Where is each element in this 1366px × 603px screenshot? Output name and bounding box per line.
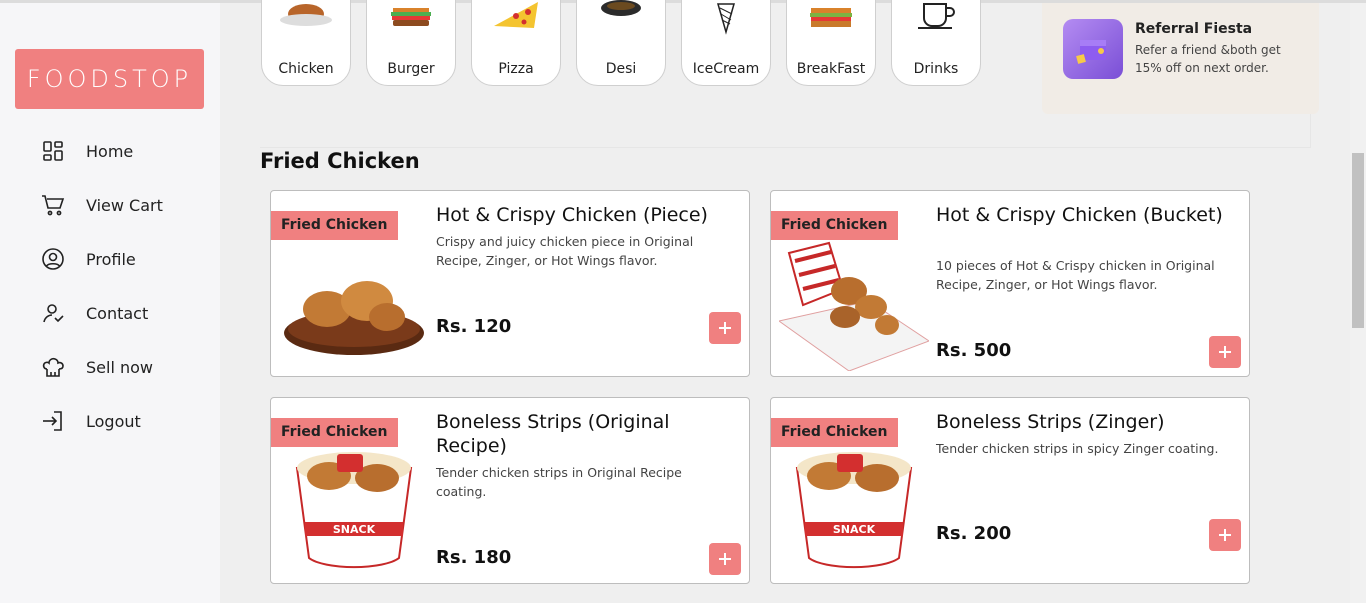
logout-icon: [40, 408, 66, 434]
add-to-cart-button[interactable]: [709, 543, 741, 575]
scrollbar-thumb[interactable]: [1352, 153, 1364, 328]
brand-logo-text: FOODSTOP: [26, 65, 193, 93]
brand-logo[interactable]: FOODSTOP: [15, 49, 204, 109]
referral-description: Refer a friend &both get 15% off on next…: [1135, 43, 1281, 75]
chicken-bucket-image: [779, 241, 929, 371]
main-content: Chicken Burger Pizza Desi IceCream Break…: [220, 0, 1350, 603]
add-to-cart-button[interactable]: [709, 312, 741, 344]
category-drinks[interactable]: Drinks: [891, 0, 981, 86]
product-title: Boneless Strips (Zinger): [936, 411, 1165, 433]
section-title: Fried Chicken: [260, 149, 420, 173]
product-title: Hot & Crispy Chicken (Bucket): [936, 204, 1223, 226]
product-tag: Fried Chicken: [771, 211, 898, 240]
vertical-scrollbar[interactable]: [1350, 3, 1366, 603]
product-card[interactable]: Fried Chicken SNACK Boneless Strips (Ori…: [270, 397, 750, 584]
category-label: Chicken: [278, 61, 334, 77]
category-pizza[interactable]: Pizza: [471, 0, 561, 86]
category-label: IceCream: [692, 61, 760, 77]
product-card[interactable]: Fried Chicken SNACK Boneless Strips (Zin…: [770, 397, 1250, 584]
sidebar-item-view-cart[interactable]: View Cart: [40, 189, 210, 221]
product-card[interactable]: Fried Chicken Hot & Crispy Chicken (Piec…: [270, 190, 750, 377]
product-description: Tender chicken strips in Original Recipe…: [436, 465, 682, 499]
referral-title: Referral Fiesta: [1135, 21, 1253, 37]
product-tag: Fried Chicken: [771, 418, 898, 447]
plus-icon: [1219, 346, 1231, 358]
sidebar: FOODSTOP Home View Cart Profile Contact …: [0, 3, 220, 603]
chicken-plate-image: [284, 281, 424, 355]
sidebar-item-logout[interactable]: Logout: [40, 405, 210, 437]
burger-icon: [391, 8, 431, 26]
grid-icon: [40, 138, 66, 164]
add-to-cart-button[interactable]: [1209, 336, 1241, 368]
sidebar-item-sell-now[interactable]: Sell now: [40, 351, 210, 383]
sidebar-item-label: Contact: [86, 303, 149, 323]
gift-wallet-icon: [1063, 19, 1123, 79]
category-label: Desi: [605, 61, 637, 77]
icecream-icon: [717, 3, 735, 35]
category-chicken[interactable]: Chicken: [261, 0, 351, 86]
category-breakfast[interactable]: BreakFast: [786, 0, 876, 86]
sidebar-item-label: Sell now: [86, 357, 153, 377]
sidebar-item-label: Home: [86, 141, 134, 161]
category-desi[interactable]: Desi: [576, 0, 666, 86]
snack-bucket-image: SNACK: [795, 452, 913, 569]
category-icecream[interactable]: IceCream: [681, 0, 771, 86]
product-price: Rs. 500: [936, 340, 1012, 361]
category-burger[interactable]: Burger: [366, 0, 456, 86]
sandwich-icon: [810, 8, 852, 27]
product-price: Rs. 180: [436, 547, 512, 568]
category-label: Pizza: [498, 61, 534, 77]
product-title: Boneless Strips (Original Recipe): [436, 411, 670, 457]
desi-bowl-icon: [601, 0, 641, 16]
product-card[interactable]: Fried Chicken Hot & Crispy Chicken (Buck…: [770, 190, 1250, 377]
category-label: Drinks: [913, 61, 959, 77]
contact-icon: [40, 300, 66, 326]
plus-icon: [1219, 529, 1231, 541]
category-label: BreakFast: [796, 61, 866, 77]
plus-icon: [719, 322, 731, 334]
sidebar-item-label: Profile: [86, 249, 136, 269]
sidebar-item-label: View Cart: [86, 195, 163, 215]
cart-icon: [40, 192, 66, 218]
svg-text:SNACK: SNACK: [333, 523, 376, 536]
product-price: Rs. 120: [436, 316, 512, 337]
sidebar-item-contact[interactable]: Contact: [40, 297, 210, 329]
product-tag: Fried Chicken: [271, 211, 398, 240]
plus-icon: [719, 553, 731, 565]
category-label: Burger: [387, 61, 435, 77]
cup-icon: [918, 3, 955, 29]
chef-hat-icon: [40, 354, 66, 380]
sidebar-item-profile[interactable]: Profile: [40, 243, 210, 275]
category-panel: Chicken Burger Pizza Desi IceCream Break…: [260, 0, 1319, 148]
product-price: Rs. 200: [936, 523, 1012, 544]
add-to-cart-button[interactable]: [1209, 519, 1241, 551]
svg-text:SNACK: SNACK: [833, 523, 876, 536]
sidebar-item-home[interactable]: Home: [40, 135, 210, 167]
pizza-icon: [494, 2, 538, 28]
product-title: Hot & Crispy Chicken (Piece): [436, 204, 708, 226]
product-tag: Fried Chicken: [271, 418, 398, 447]
snack-bucket-image: SNACK: [295, 452, 413, 569]
product-description: 10 pieces of Hot & Crispy chicken in Ori…: [936, 258, 1215, 292]
product-description: Crispy and juicy chicken piece in Origin…: [436, 234, 694, 268]
user-circle-icon: [40, 246, 66, 272]
chicken-icon: [280, 4, 332, 26]
product-description: Tender chicken strips in spicy Zinger co…: [936, 441, 1219, 456]
referral-card[interactable]: Referral Fiesta Refer a friend &both get…: [1042, 3, 1319, 114]
sidebar-item-label: Logout: [86, 411, 141, 431]
